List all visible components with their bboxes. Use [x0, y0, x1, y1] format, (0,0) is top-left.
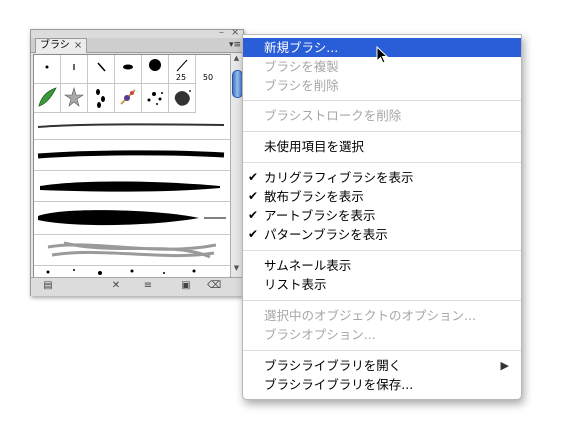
menu-item-open-brush-library[interactable]: ブラシライブラリを開く ▶ [243, 356, 521, 375]
menu-separator [243, 162, 521, 163]
tab-close-icon[interactable]: × [74, 40, 82, 51]
menu-item-thumbnail-view[interactable]: サムネール表示 [243, 256, 521, 275]
menu-item-label: 選択中のオブジェクトのオプション... [264, 308, 476, 323]
menu-separator [243, 250, 521, 251]
menu-separator [243, 100, 521, 101]
new-brush-icon[interactable]: ▣ [179, 280, 193, 292]
brush-footprints[interactable] [88, 84, 115, 113]
checkmark-icon: ✔ [248, 170, 259, 184]
minimize-button[interactable]: – [219, 28, 224, 38]
menu-item-label: ブラシライブラリを開く [264, 358, 402, 373]
menu-item-delete-brush: ブラシを削除 [243, 76, 521, 95]
menu-item-label: リスト表示 [264, 277, 327, 292]
tab-label: ブラシ [40, 40, 70, 51]
panel-title-strip[interactable]: – × [31, 28, 243, 38]
menu-item-show-calligraphic[interactable]: ✔ カリグラフィブラシを表示 [243, 168, 521, 187]
checkmark-icon: ✔ [248, 189, 259, 203]
menu-separator [243, 300, 521, 301]
brush-ink-splat[interactable] [169, 84, 196, 113]
brush-art-thin-stroke[interactable] [34, 113, 230, 140]
brush-flower-spray[interactable] [115, 84, 142, 113]
menu-item-label: アートブラシを表示 [264, 208, 376, 223]
brush-oval[interactable] [115, 55, 142, 84]
brush-list-scrollbar[interactable]: ▲ ▼ [230, 54, 243, 276]
brush-line-50[interactable]: 50 [169, 55, 213, 84]
brush-libraries-icon[interactable]: ▤ [41, 280, 55, 292]
menu-item-list-view[interactable]: リスト表示 [243, 275, 521, 294]
brush-calligraphic-vertical[interactable] [61, 55, 88, 84]
menu-item-label: 散布ブラシを表示 [264, 189, 364, 204]
brushes-panel: – × ブラシ × ▾≡ 25 50 ▲ ▼ ▤ ✕ ≡ ▣ ⌫ [30, 28, 244, 296]
mouse-pointer-icon [376, 46, 389, 64]
menu-separator [243, 131, 521, 132]
brush-dots-scatter[interactable] [142, 84, 169, 113]
checkmark-icon: ✔ [248, 227, 259, 241]
menu-item-select-unused[interactable]: 未使用項目を選択 [243, 137, 521, 156]
options-icon[interactable]: ≡ [141, 280, 155, 292]
menu-item-show-scatter[interactable]: ✔ 散布ブラシを表示 [243, 187, 521, 206]
menu-separator [243, 350, 521, 351]
menu-item-label: ブラシを削除 [264, 78, 339, 93]
brushes-panel-menu: 新規ブラシ... ブラシを複製 ブラシを削除 ブラシストロークを削除 未使用項目… [242, 34, 522, 400]
tab-brushes[interactable]: ブラシ × [35, 38, 88, 53]
brush-dot-small[interactable] [34, 55, 61, 84]
scroll-up-icon[interactable]: ▲ [231, 54, 242, 64]
menu-item-selection-options: 選択中のオブジェクトのオプション... [243, 306, 521, 325]
menu-item-show-art[interactable]: ✔ アートブラシを表示 [243, 206, 521, 225]
menu-item-label: ブラシを複製 [264, 59, 339, 74]
brush-leaf[interactable] [34, 84, 61, 113]
brush-list: 25 50 [33, 54, 231, 278]
menu-item-show-pattern[interactable]: ✔ パターンブラシを表示 [243, 225, 521, 244]
menu-item-label: 新規ブラシ... [264, 40, 339, 55]
scroll-down-icon[interactable]: ▼ [231, 264, 242, 274]
close-panel-button[interactable]: × [231, 28, 239, 38]
checkmark-icon: ✔ [248, 208, 259, 222]
panel-tab-bar: ブラシ × ▾≡ [31, 38, 243, 53]
brush-calligraphic-diagonal[interactable] [88, 55, 115, 84]
menu-item-remove-brush-stroke: ブラシストロークを削除 [243, 106, 521, 125]
menu-item-save-brush-library[interactable]: ブラシライブラリを保存... [243, 375, 521, 394]
brush-pattern-scribble[interactable] [34, 235, 230, 266]
remove-stroke-icon[interactable]: ✕ [109, 280, 123, 292]
menu-item-label: ブラシライブラリを保存... [264, 377, 414, 392]
menu-item-label: 未使用項目を選択 [264, 139, 365, 154]
brush-art-tapered[interactable] [34, 202, 230, 235]
panel-footer: ▤ ✕ ≡ ▣ ⌫ [31, 277, 243, 296]
brush-pattern-dots[interactable] [34, 266, 230, 277]
menu-item-label: サムネール表示 [264, 258, 352, 273]
menu-item-label: ブラシストロークを削除 [264, 108, 402, 123]
brush-round-25[interactable]: 25 [142, 55, 186, 84]
size-label: 50 [202, 73, 214, 82]
submenu-arrow-icon: ▶ [500, 359, 509, 372]
brush-art-charcoal[interactable] [34, 140, 230, 171]
brush-star[interactable] [61, 84, 88, 113]
menu-item-label: ブラシオプション... [264, 327, 376, 342]
menu-item-brush-options: ブラシオプション... [243, 325, 521, 344]
panel-menu-icon[interactable]: ▾≡ [229, 40, 241, 50]
menu-item-label: パターンブラシを表示 [264, 227, 388, 242]
menu-item-label: カリグラフィブラシを表示 [264, 170, 414, 185]
brush-art-dry-ink[interactable] [34, 171, 230, 202]
trash-icon[interactable]: ⌫ [207, 280, 221, 292]
